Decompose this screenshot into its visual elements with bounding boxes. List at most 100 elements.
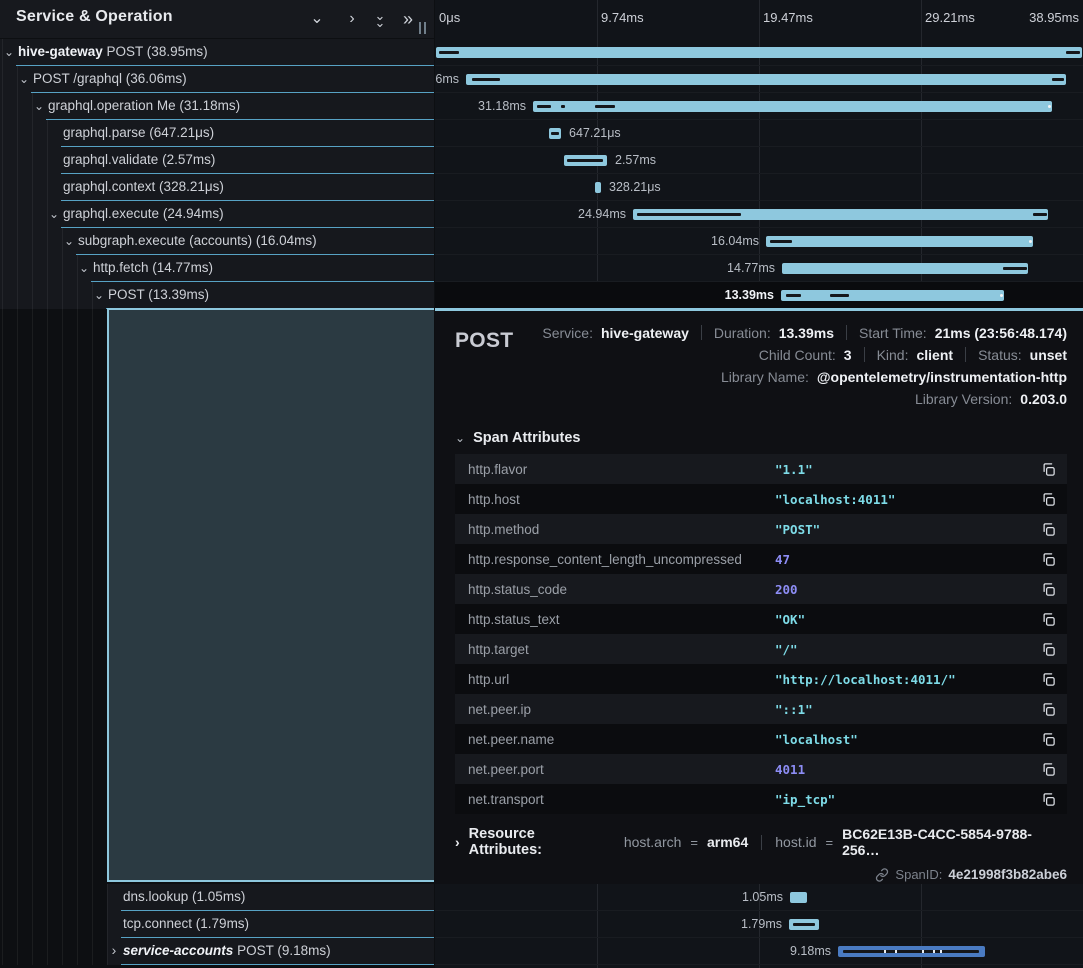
chevron-right-icon[interactable]: › <box>108 942 120 958</box>
span-row[interactable]: graphql.parse (647.21μs) <box>0 120 434 147</box>
attribute-key: net.peer.ip <box>455 702 775 717</box>
span-bar[interactable] <box>533 101 1052 112</box>
meta-label: Start Time: <box>859 325 927 341</box>
bar-duration-label: 2.57ms <box>615 153 656 167</box>
span-timeline-row[interactable]: 9.18ms <box>435 938 1083 965</box>
span-row[interactable]: graphql.context (328.21μs) <box>0 174 434 201</box>
span-row[interactable]: ⌄http.fetch (14.77ms) <box>0 255 434 282</box>
timeline-ruler: 0μs9.74ms19.47ms29.21ms38.95ms <box>435 0 1083 38</box>
row-underline <box>121 964 434 965</box>
copy-icon[interactable] <box>1029 702 1067 717</box>
span-timeline-row[interactable]: 647.21μs <box>435 120 1083 147</box>
span-row[interactable]: ⌄hive-gateway POST (38.95ms) <box>0 39 434 66</box>
span-bar[interactable] <box>766 236 1033 247</box>
span-timeline-row[interactable]: 38.95ms <box>435 39 1083 66</box>
attribute-key: http.status_text <box>455 612 775 627</box>
time-tick-label: 19.47ms <box>763 10 813 25</box>
span-bar[interactable] <box>633 209 1048 220</box>
chevron-down-icon[interactable]: ⌄ <box>93 288 105 302</box>
span-row[interactable]: ⌄POST (13.39ms) <box>0 282 434 309</box>
resource-value: BC62E13B-C4CC-5854-9788-256… <box>842 826 1067 858</box>
copy-icon[interactable] <box>1029 762 1067 777</box>
bar-duration-label: 13.39ms <box>704 288 774 302</box>
bar-tick <box>1066 51 1080 54</box>
double-chevron-right-icon[interactable]: » <box>396 7 420 31</box>
span-bar[interactable] <box>781 290 1004 301</box>
span-bar[interactable] <box>838 946 985 957</box>
bar-tick <box>830 294 849 297</box>
service-operation-title: Service & Operation <box>16 8 173 26</box>
span-bar[interactable] <box>564 155 607 166</box>
span-timeline-row[interactable]: 14.77ms <box>435 255 1083 282</box>
copy-icon[interactable] <box>1029 552 1067 567</box>
chevron-down-icon[interactable]: ⌄ <box>48 207 60 221</box>
meta-value: 13.39ms <box>779 325 834 341</box>
chevron-down-icon[interactable]: ⌄ <box>18 72 30 86</box>
span-bar[interactable] <box>595 182 601 193</box>
copy-icon[interactable] <box>1029 492 1067 507</box>
span-timeline-row[interactable]: 1.79ms <box>435 911 1083 938</box>
span-timeline-row[interactable]: 328.21μs <box>435 174 1083 201</box>
copy-icon[interactable] <box>1029 522 1067 537</box>
chevron-right-icon[interactable]: › <box>340 7 364 31</box>
span-timeline-row[interactable]: 31.18ms <box>435 93 1083 120</box>
copy-icon[interactable] <box>1029 582 1067 597</box>
resource-attributes-toggle[interactable]: › Resource Attributes: host.arch=arm64ho… <box>455 826 1067 858</box>
copy-icon[interactable] <box>1029 462 1067 477</box>
copy-icon[interactable] <box>1029 732 1067 747</box>
span-row[interactable]: ›service-accounts POST (9.18ms) <box>107 938 434 965</box>
span-bar[interactable] <box>436 47 1082 58</box>
chevron-right-icon: › <box>455 834 460 850</box>
copy-icon[interactable] <box>1029 642 1067 657</box>
span-row[interactable]: ⌄subgraph.execute (accounts) (16.04ms) <box>0 228 434 255</box>
span-label: graphql.context (328.21μs) <box>63 179 224 194</box>
span-bar[interactable] <box>549 128 561 139</box>
copy-icon[interactable] <box>1029 612 1067 627</box>
selected-span-region[interactable] <box>107 308 434 882</box>
chevron-down-icon: ⌄ <box>455 431 465 445</box>
chevron-down-icon[interactable]: ⌄ <box>33 99 45 113</box>
bar-duration-label: 31.18ms <box>456 99 526 113</box>
time-tick-label: 38.95ms <box>1029 10 1079 25</box>
span-bar[interactable] <box>782 263 1028 274</box>
span-timeline-row[interactable]: 16.04ms <box>435 228 1083 255</box>
bar-duration-label: 1.79ms <box>712 917 782 931</box>
span-bar[interactable] <box>466 74 1066 85</box>
span-attributes-toggle[interactable]: ⌄ Span Attributes <box>455 430 1067 446</box>
span-row[interactable]: ⌄graphql.operation Me (31.18ms) <box>0 93 434 120</box>
span-row[interactable]: tcp.connect (1.79ms) <box>107 911 434 938</box>
attribute-value: "http://localhost:4011/" <box>775 672 1029 687</box>
copy-icon[interactable] <box>1029 672 1067 687</box>
bar-tick <box>439 51 459 54</box>
pane-resize-handle[interactable] <box>418 22 428 34</box>
span-row[interactable]: ⌄graphql.execute (24.94ms) <box>0 201 434 228</box>
link-icon <box>875 868 889 882</box>
attribute-value: 47 <box>775 552 1029 567</box>
span-timeline-row[interactable]: 24.94ms <box>435 201 1083 228</box>
span-row[interactable]: ⌄POST /graphql (36.06ms) <box>0 66 434 93</box>
span-timeline-row[interactable]: 13.39ms <box>435 282 1083 309</box>
chevron-down-icon[interactable]: ⌄ <box>78 261 90 275</box>
chevron-down-icon[interactable]: ⌄ <box>3 45 15 59</box>
span-timeline-row[interactable]: 2.57ms <box>435 147 1083 174</box>
attribute-value: "/" <box>775 642 1029 657</box>
chevron-down-icon[interactable]: ⌄ <box>63 234 75 248</box>
span-bar[interactable] <box>789 919 819 930</box>
double-chevron-down-icon[interactable]: ⌄⌄ <box>368 7 392 31</box>
bar-dot <box>884 950 886 953</box>
span-bar[interactable] <box>790 892 807 903</box>
indent-guide <box>77 255 78 965</box>
span-label: subgraph.execute (accounts) (16.04ms) <box>78 233 317 248</box>
meta-value: hive-gateway <box>601 325 689 341</box>
copy-icon[interactable] <box>1029 792 1067 807</box>
bar-tick <box>551 132 559 135</box>
chevron-down-icon[interactable]: ⌄ <box>305 7 329 31</box>
bar-dot <box>922 950 924 953</box>
resource-key: host.id <box>775 834 816 850</box>
span-row[interactable]: dns.lookup (1.05ms) <box>107 884 434 911</box>
equals-sign: = <box>826 835 834 850</box>
span-timeline-row[interactable]: 1.05ms <box>435 884 1083 911</box>
meta-label: Status: <box>978 347 1022 363</box>
span-row[interactable]: graphql.validate (2.57ms) <box>0 147 434 174</box>
span-timeline-row[interactable]: 36.06ms <box>435 66 1083 93</box>
